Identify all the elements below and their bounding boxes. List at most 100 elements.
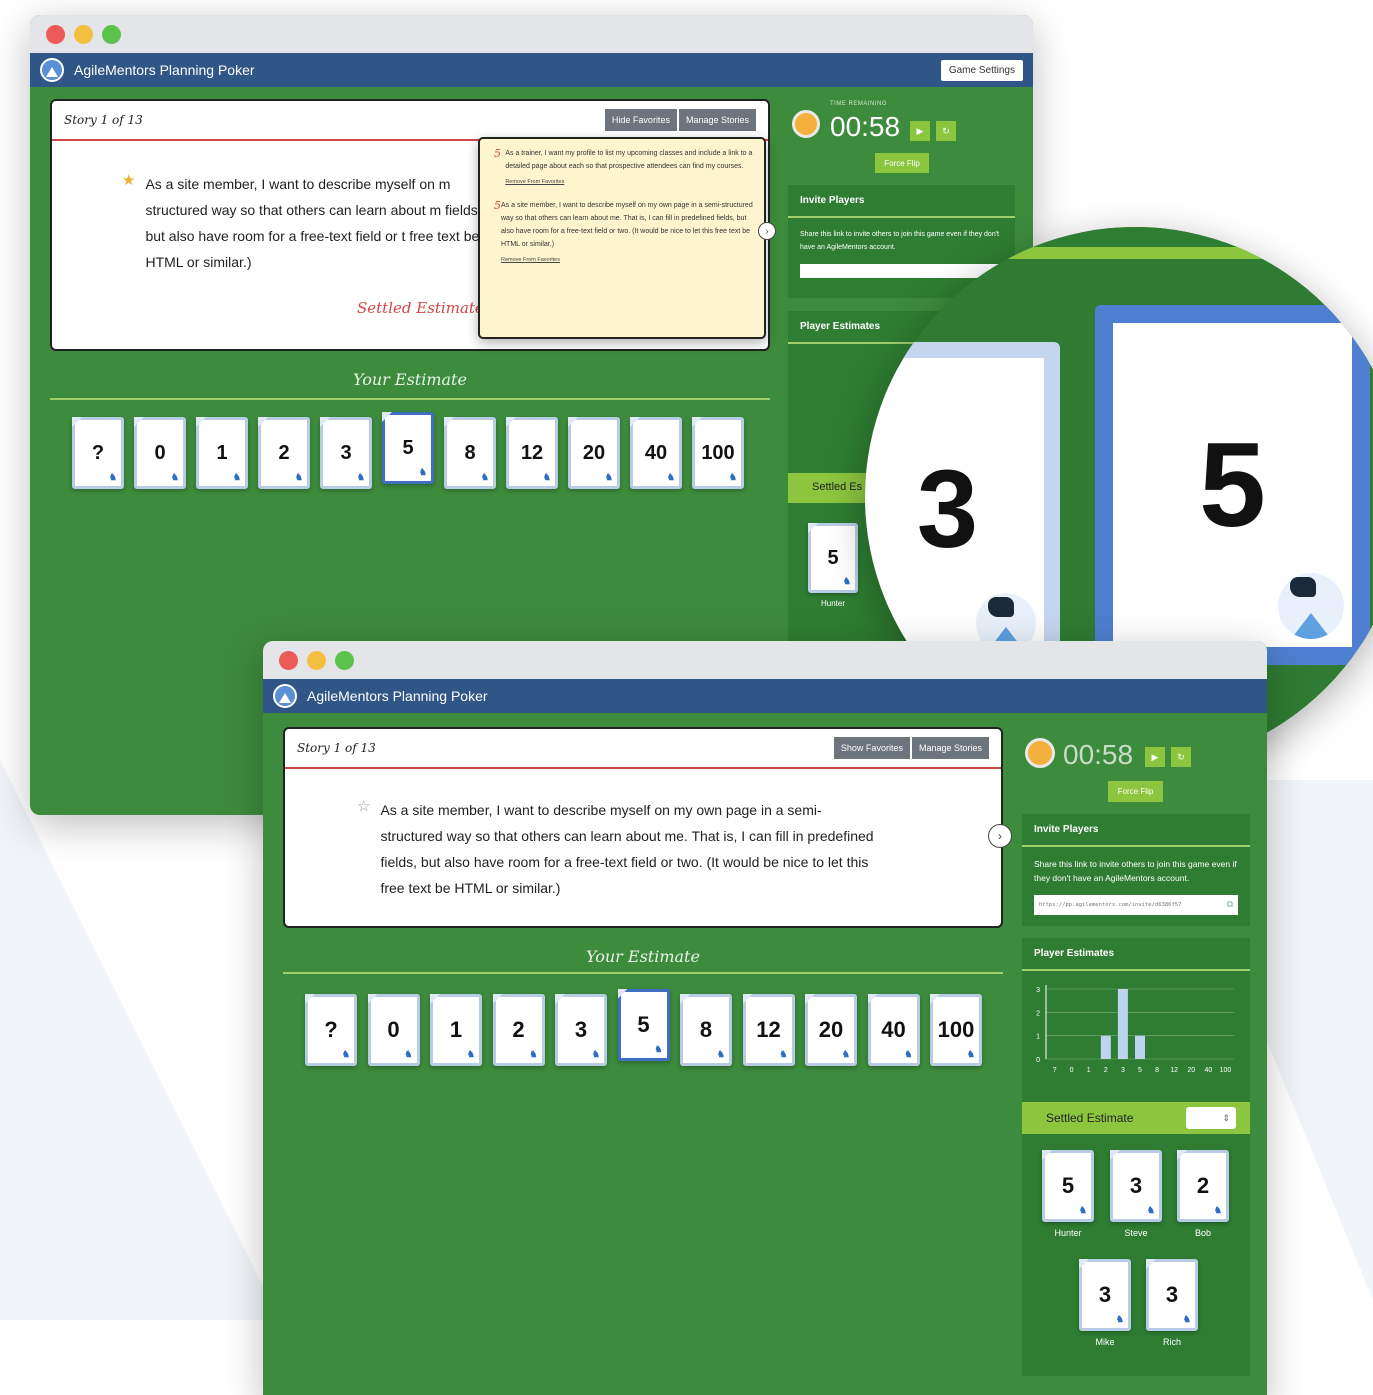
player-card-value: 5 [827,546,839,569]
estimate-card-5[interactable]: 5 ♞ [617,989,670,1061]
minimize-dot[interactable] [307,650,326,670]
estimate-card-5[interactable]: 5 ♞ [382,412,434,484]
goat-icon: ♞ [480,472,489,482]
estimates-bar-chart: 0123? 0 1 2 3 5 8 12 20 40 100 [1036,985,1234,1074]
goat-icon: ♞ [841,1049,850,1059]
card-value: 1 [216,441,228,464]
back-card-row: ? ♞ 0 ♞ 1 ♞ 2 ♞ 3 ♞ 5 ♞ 8 ♞ 12 ♞ 20 ♞ 40 ♞ 100 ♞ [72,412,744,489]
estimate-card-20[interactable]: 20 ♞ [805,994,857,1066]
estimate-card-12[interactable]: 12 ♞ [742,994,795,1066]
estimate-card-8[interactable]: 8 ♞ [680,994,732,1066]
player-card: 5 ♞ [808,523,858,593]
invite-link-field[interactable] [800,264,1003,278]
stopwatch-icon [792,110,820,138]
reset-icon[interactable]: ↻ [936,121,956,141]
goat-icon: ♞ [591,1049,600,1059]
y-tick-label: 0 [1036,1057,1040,1064]
close-dot[interactable] [279,650,298,670]
card-value: 20 [582,441,606,464]
favorite-text: As a site member, I want to describe mys… [501,202,753,248]
card-value: 12 [520,441,544,464]
player-card-value: 3 [1129,1173,1143,1198]
bar-3 [1117,989,1128,1059]
lens-card-5: 5 [1095,305,1370,665]
y-tick-label: 1 [1036,1034,1040,1041]
favorite-star-icon[interactable]: ★ [122,171,135,275]
card-value: 2 [278,441,290,464]
hide-favorites-button[interactable]: Hide Favorites [604,109,677,131]
manage-stories-button[interactable]: Manage Stories [678,109,756,131]
estimate-card-unknown[interactable]: ? ♞ [305,994,357,1066]
app-title: AgileMentors Planning Poker [307,688,488,704]
player-card: 3 ♞ [1110,1150,1162,1222]
goat-icon: ♞ [170,472,179,482]
goat-icon: ♞ [529,1049,538,1059]
story-text: As a site member, I want to describe mys… [145,176,482,270]
player-card: 5 ♞ [1042,1150,1094,1222]
favorite-item[interactable]: 5 As a trainer, I want my profile to lis… [480,139,764,185]
play-icon[interactable]: ▶ [1145,747,1165,767]
estimate-card-20[interactable]: 20 ♞ [568,417,620,489]
reset-icon[interactable]: ↻ [1171,747,1191,767]
estimate-card-3[interactable]: 3 ♞ [320,417,372,489]
invite-url: https://pp.agilementors.com/invite/d6386… [1039,902,1182,908]
card-value: 8 [699,1017,713,1042]
maximize-dot[interactable] [102,24,121,44]
invite-link-field[interactable]: https://pp.agilementors.com/invite/d6386… [1034,895,1238,915]
maximize-dot[interactable] [335,650,354,670]
player-name: Hunter [820,599,845,608]
estimate-card-100[interactable]: 100 ♞ [692,417,744,489]
estimate-card-2[interactable]: 2 ♞ [258,417,310,489]
player-card-value: 3 [1165,1282,1179,1307]
play-icon[interactable]: ▶ [910,121,930,141]
goat-icon: ♞ [466,1049,475,1059]
force-flip-button[interactable]: Force Flip [1108,781,1163,802]
estimate-card-40[interactable]: 40 ♞ [630,417,682,489]
player-name: Rich [1162,1337,1181,1347]
favorite-star-outline-icon[interactable]: ☆ [357,797,370,901]
manage-stories-button[interactable]: Manage Stories [911,737,989,759]
card-value: 8 [464,441,476,464]
goat-icon: ♞ [418,467,427,477]
estimate-card-1[interactable]: 1 ♞ [196,417,248,489]
y-tick-label: 2 [1036,1010,1040,1017]
estimate-card-12[interactable]: 12 ♞ [506,417,558,489]
settled-estimate-select[interactable]: ⇕ [1186,1107,1236,1129]
window-titlebar [30,15,1033,53]
remove-favorite-link[interactable]: Remove From Favorites [505,179,756,185]
favorite-item[interactable]: 5 As a site member, I want to describe m… [480,185,764,263]
next-story-chevron-icon[interactable]: › [988,824,1012,848]
story-line: structured way so that others can learn … [380,828,874,844]
front-window: AgileMentors Planning Poker Story 1 of 1… [263,641,1267,1395]
goat-icon: ♞ [108,472,117,482]
force-flip-button[interactable]: Force Flip [875,153,929,173]
card-value: 3 [340,441,352,464]
app-title: AgileMentors Planning Poker [74,62,255,78]
close-dot[interactable] [46,24,65,44]
goat-icon: ♞ [966,1049,975,1059]
estimate-card-1[interactable]: 1 ♞ [430,994,482,1066]
lens-card-3: 3 [865,342,1060,677]
estimate-card-8[interactable]: 8 ♞ [444,417,496,489]
estimate-card-3[interactable]: 3 ♞ [555,994,607,1066]
estimate-card-unknown[interactable]: ? ♞ [72,417,124,489]
estimate-card-0[interactable]: 0 ♞ [367,994,420,1066]
card-value: 2 [512,1017,525,1042]
copy-icon[interactable]: ⧉ [1227,900,1233,910]
card-row: ? ♞ 0 ♞ 1 ♞ 2 ♞ 3 ♞ 5 ♞ 8 ♞ 12 ♞ 20 ♞ 40 ♞ 100 ♞ [305,989,982,1066]
estimate-card-0[interactable]: 0 ♞ [134,417,186,489]
settled-estimate-label: Settled Estimate [1046,1111,1134,1125]
card-value: ? [91,441,105,464]
story-panel: Story 1 of 13 Show Favorites Manage Stor… [283,727,1003,928]
game-settings-button[interactable]: Game Settings [940,59,1023,81]
estimate-divider [283,972,1003,974]
lens-card-value: 3 [916,448,979,571]
next-story-chevron-icon[interactable]: › [758,222,776,240]
minimize-dot[interactable] [74,24,93,44]
player-estimates-panel: Player Estimates 0 1 2 3? 0 1 2 3 5 8 12 20 40 100 Se… [1022,938,1250,1376]
show-favorites-button[interactable]: Show Favorites [833,737,910,759]
remove-favorite-link[interactable]: Remove From Favorites [501,257,756,263]
estimate-card-40[interactable]: 40 ♞ [867,994,920,1066]
estimate-card-100[interactable]: 100 ♞ [930,994,982,1066]
estimate-card-2[interactable]: 2 ♞ [492,994,545,1066]
